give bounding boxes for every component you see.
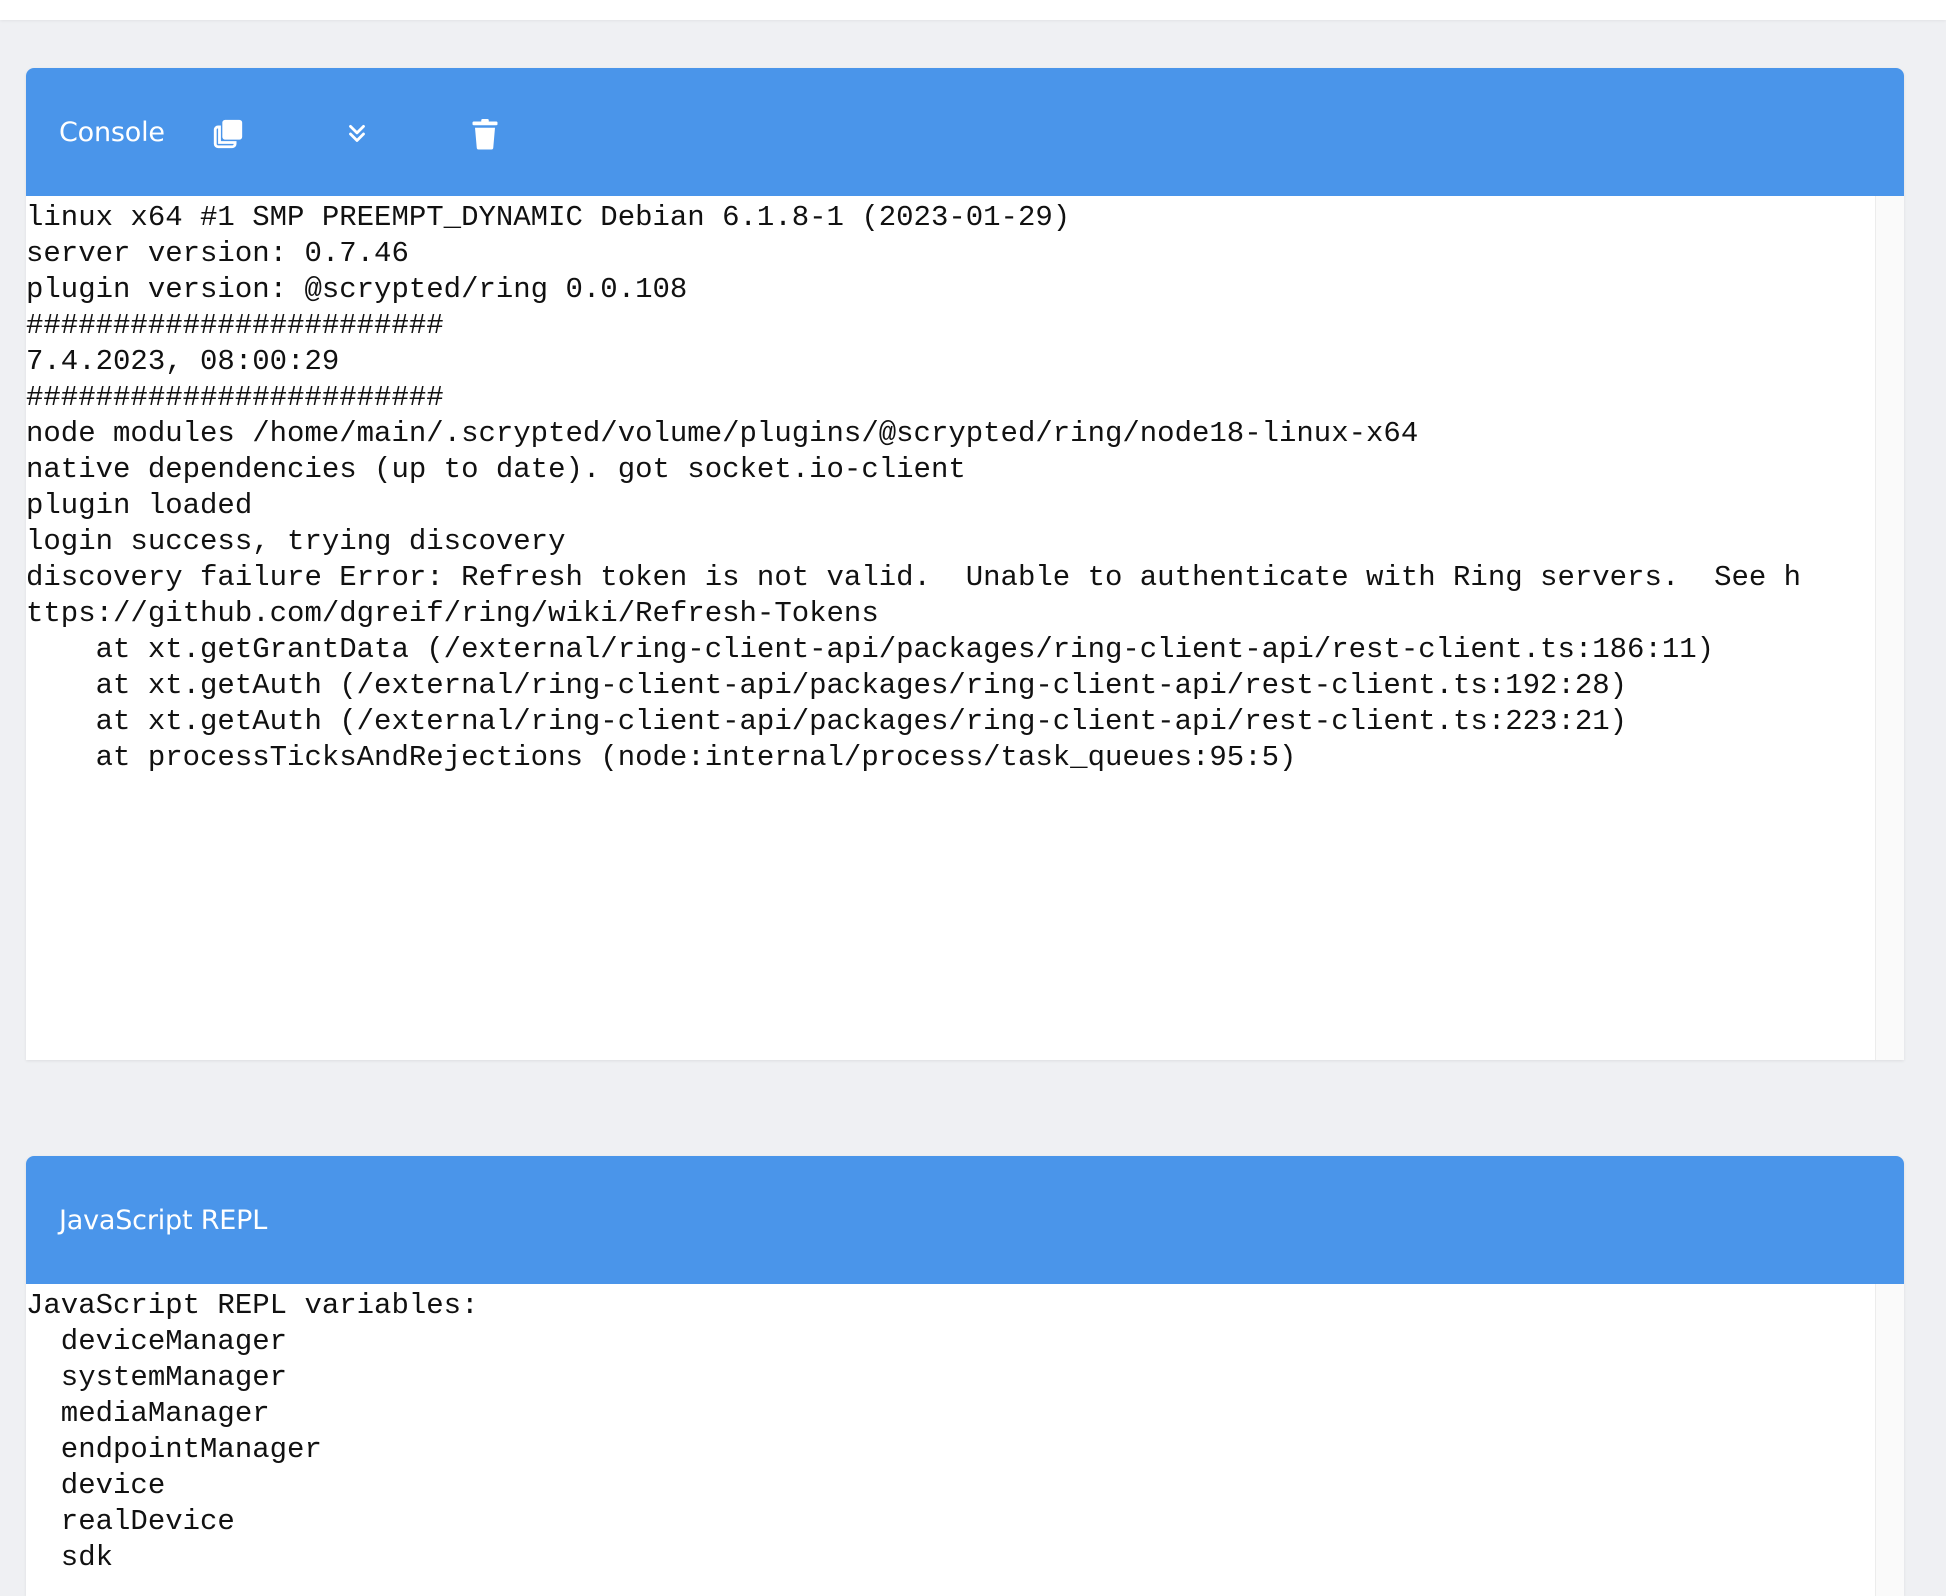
- repl-log: JavaScript REPL variables: deviceManager…: [26, 1288, 1874, 1576]
- console-line: login success, trying discovery: [26, 525, 566, 558]
- trash-icon[interactable]: [467, 116, 503, 152]
- repl-line: realDevice: [26, 1505, 235, 1538]
- console-line: ttps://github.com/dgreif/ring/wiki/Refre…: [26, 597, 879, 630]
- repl-line: JavaScript REPL variables:: [26, 1289, 479, 1322]
- console-line: linux x64 #1 SMP PREEMPT_DYNAMIC Debian …: [26, 201, 1071, 234]
- console-log: linux x64 #1 SMP PREEMPT_DYNAMIC Debian …: [26, 200, 1874, 776]
- console-line: at xt.getAuth (/external/ring-client-api…: [26, 705, 1628, 738]
- console-line: node modules /home/main/.scrypted/volume…: [26, 417, 1419, 450]
- repl-line: sdk: [26, 1541, 114, 1574]
- console-line: 7.4.2023, 08:00:29: [26, 345, 340, 378]
- repl-header: JavaScript REPL: [26, 1156, 1904, 1284]
- repl-line: deviceManager: [26, 1325, 288, 1358]
- console-line: native dependencies (up to date). got so…: [26, 453, 966, 486]
- repl-panel: JavaScript REPL JavaScript REPL variable…: [26, 1156, 1904, 1596]
- console-panel: Console linux x64 #1 SMP PREEMPT_DYNAMIC…: [26, 68, 1904, 1060]
- console-line: discovery failure Error: Refresh token i…: [26, 561, 1802, 594]
- console-output[interactable]: linux x64 #1 SMP PREEMPT_DYNAMIC Debian …: [26, 196, 1904, 1060]
- console-header: Console: [26, 68, 1904, 196]
- repl-terminal[interactable]: JavaScript REPL variables: deviceManager…: [26, 1284, 1904, 1596]
- top-bar: [0, 0, 1946, 20]
- console-line: ########################: [26, 309, 444, 342]
- repl-line: device: [26, 1469, 166, 1502]
- console-title: Console: [59, 116, 165, 148]
- repl-title: JavaScript REPL: [59, 1204, 268, 1236]
- scroll-to-bottom-icon[interactable]: [339, 116, 375, 152]
- console-scrollbar[interactable]: [1875, 196, 1904, 1060]
- copy-icon[interactable]: [210, 116, 246, 152]
- repl-line: mediaManager: [26, 1397, 270, 1430]
- repl-line: systemManager: [26, 1361, 288, 1394]
- console-line: at processTicksAndRejections (node:inter…: [26, 741, 1297, 774]
- console-line: at xt.getGrantData (/external/ring-clien…: [26, 633, 1715, 666]
- repl-scrollbar[interactable]: [1875, 1284, 1904, 1596]
- console-line: server version: 0.7.46: [26, 237, 409, 270]
- console-line: ########################: [26, 381, 444, 414]
- repl-line: endpointManager: [26, 1433, 322, 1466]
- console-line: at xt.getAuth (/external/ring-client-api…: [26, 669, 1628, 702]
- console-line: plugin version: @scrypted/ring 0.0.108: [26, 273, 688, 306]
- console-line: plugin loaded: [26, 489, 253, 522]
